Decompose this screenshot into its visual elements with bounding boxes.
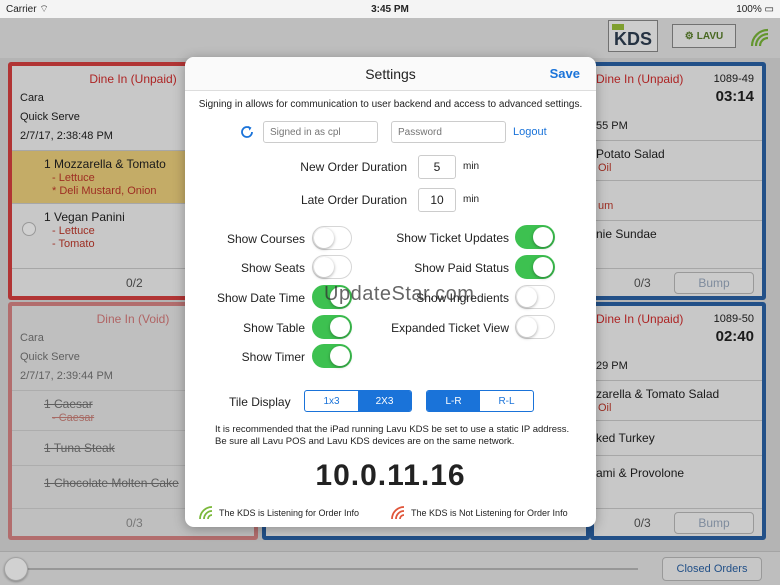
save-button[interactable]: Save bbox=[550, 66, 580, 81]
show-paid-status-toggle[interactable] bbox=[515, 255, 555, 279]
watermark-text: UpdateStar.com bbox=[324, 283, 475, 305]
show-ticket-updates-toggle[interactable] bbox=[515, 225, 555, 249]
static-ip-recommendation: It is recommended that the iPad running … bbox=[215, 424, 570, 447]
show-table-toggle[interactable] bbox=[312, 315, 352, 339]
show-ticket-updates-row: Show Ticket Updates bbox=[385, 225, 596, 251]
not-listening-legend: The KDS is Not Listening for Order Info bbox=[391, 506, 568, 520]
show-seats-toggle[interactable] bbox=[312, 255, 352, 279]
not-listening-label: The KDS is Not Listening for Order Info bbox=[411, 508, 568, 518]
clock: 3:45 PM bbox=[371, 3, 409, 15]
show-ingredients-toggle[interactable] bbox=[515, 285, 555, 309]
new-order-duration-input[interactable]: 5 bbox=[418, 155, 456, 179]
direction-segmented-control: L-R R-L bbox=[426, 390, 534, 412]
listening-legend: The KDS is Listening for Order Info bbox=[199, 506, 359, 520]
show-paid-status-row: Show Paid Status bbox=[385, 255, 596, 281]
password-input[interactable] bbox=[391, 121, 506, 143]
settings-header: Settings Save bbox=[185, 57, 596, 91]
listening-label: The KDS is Listening for Order Info bbox=[219, 508, 360, 518]
show-ticket-updates-label: Show Ticket Updates bbox=[396, 231, 509, 245]
show-table-row: Show Table bbox=[185, 315, 385, 341]
show-courses-row: Show Courses bbox=[185, 226, 385, 252]
direction-option-l-r[interactable]: L-R bbox=[427, 391, 480, 411]
expanded-ticket-view-label: Expanded Ticket View bbox=[391, 321, 509, 335]
logout-link[interactable]: Logout bbox=[513, 126, 547, 138]
show-table-label: Show Table bbox=[243, 321, 305, 335]
late-order-duration-input[interactable]: 10 bbox=[418, 188, 456, 212]
duration-unit: min bbox=[463, 161, 480, 172]
username-input[interactable] bbox=[263, 121, 378, 143]
sign-in-info: Signing in allows for communication to u… bbox=[198, 99, 583, 110]
show-timer-label: Show Timer bbox=[241, 350, 305, 364]
show-courses-toggle[interactable] bbox=[312, 226, 352, 250]
status-bar: Carrier ⌔ 3:45 PM 100% ▭ bbox=[0, 0, 780, 18]
ip-address: 10.0.11.16 bbox=[315, 459, 466, 492]
show-seats-label: Show Seats bbox=[240, 261, 305, 275]
new-order-duration-label: New Order Duration bbox=[300, 160, 407, 174]
late-order-duration-label: Late Order Duration bbox=[300, 193, 407, 207]
duration-unit: min bbox=[463, 194, 480, 205]
tile-layout-segmented-control: 1x3 2X3 bbox=[304, 390, 412, 412]
tile-display-row: Tile Display 1x3 2X3 L-R R-L bbox=[185, 390, 596, 412]
refresh-icon[interactable] bbox=[239, 124, 255, 140]
show-timer-toggle[interactable] bbox=[312, 344, 352, 368]
show-paid-status-label: Show Paid Status bbox=[414, 261, 509, 275]
expanded-ticket-view-toggle[interactable] bbox=[515, 315, 555, 339]
show-seats-row: Show Seats bbox=[185, 255, 385, 281]
late-order-duration-row: Late Order Duration 10 min bbox=[185, 188, 596, 212]
new-order-duration-row: New Order Duration 5 min bbox=[185, 155, 596, 179]
wifi-listening-icon bbox=[199, 506, 213, 520]
show-date-time-label: Show Date Time bbox=[216, 291, 305, 305]
tile-option-1x3[interactable]: 1x3 bbox=[305, 391, 358, 411]
tile-option-2x3[interactable]: 2X3 bbox=[358, 391, 411, 411]
settings-title: Settings bbox=[365, 65, 416, 82]
expanded-ticket-view-row: Expanded Ticket View bbox=[385, 315, 596, 341]
tile-display-label: Tile Display bbox=[229, 395, 291, 409]
show-courses-label: Show Courses bbox=[226, 232, 305, 246]
wifi-not-listening-icon bbox=[391, 506, 405, 520]
login-row: Logout bbox=[185, 121, 596, 145]
show-timer-row: Show Timer bbox=[185, 344, 385, 370]
direction-option-r-l[interactable]: R-L bbox=[480, 391, 533, 411]
